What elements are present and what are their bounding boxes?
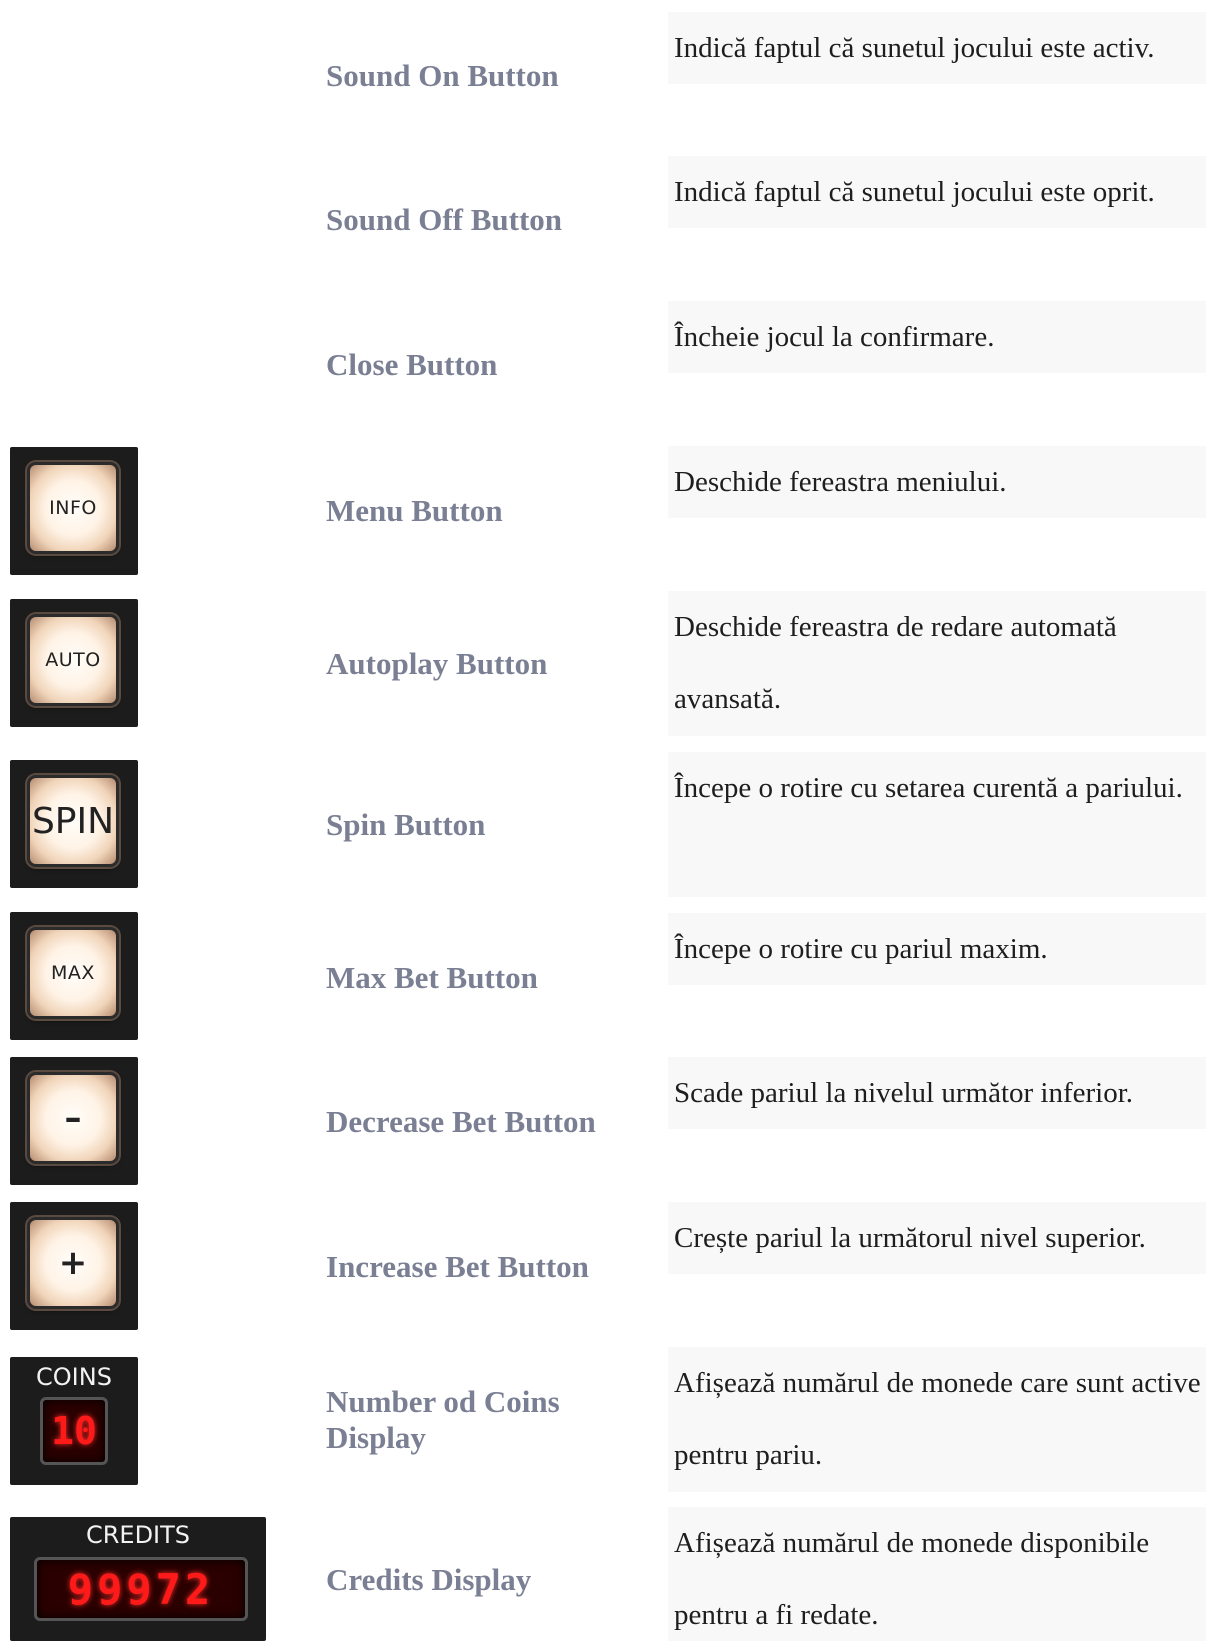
credits-display-icon: CREDITS 99972 — [10, 1517, 266, 1641]
control-description: Începe o rotire cu setarea curentă a par… — [668, 752, 1206, 897]
max-bet-button-icon: MAX — [10, 912, 138, 1040]
control-description: Indică faptul că sunetul jocului este ac… — [668, 12, 1206, 84]
control-description: Indică faptul că sunetul jocului este op… — [668, 156, 1206, 228]
control-description: Crește pariul la următorul nivel superio… — [668, 1202, 1206, 1274]
control-name: Number od Coins Display — [326, 1384, 560, 1455]
control-description: Deschide fereastra de redare automată av… — [668, 591, 1206, 736]
control-description: Afișează numărul de monede disponibile p… — [668, 1507, 1206, 1641]
auto-button-icon: AUTO — [10, 599, 138, 727]
plus-icon: + — [10, 1202, 138, 1330]
control-description: Scade pariul la nivelul următor inferior… — [668, 1057, 1206, 1129]
control-description: Începe o rotire cu pariul maxim. — [668, 913, 1206, 985]
control-name: Credits Display — [326, 1562, 532, 1597]
control-name: Spin Button — [326, 807, 486, 842]
control-description: Afișează numărul de monede care sunt act… — [668, 1347, 1206, 1492]
control-name: Increase Bet Button — [326, 1249, 589, 1284]
control-name: Decrease Bet Button — [326, 1104, 596, 1139]
control-description: Încheie jocul la confirmare. — [668, 301, 1206, 373]
control-description: Deschide fereastra meniului. — [668, 446, 1206, 518]
control-name: Max Bet Button — [326, 960, 538, 995]
minus-icon: – — [10, 1057, 138, 1185]
control-name: Autoplay Button — [326, 646, 548, 681]
control-name: Sound Off Button — [326, 202, 563, 237]
control-name: Close Button — [326, 347, 498, 382]
control-name: Menu Button — [326, 493, 503, 528]
spin-button-icon: SPIN — [10, 760, 138, 888]
coins-display-icon: COINS 10 — [10, 1357, 138, 1485]
control-name: Sound On Button — [326, 58, 559, 93]
info-button-icon: INFO — [10, 447, 138, 575]
